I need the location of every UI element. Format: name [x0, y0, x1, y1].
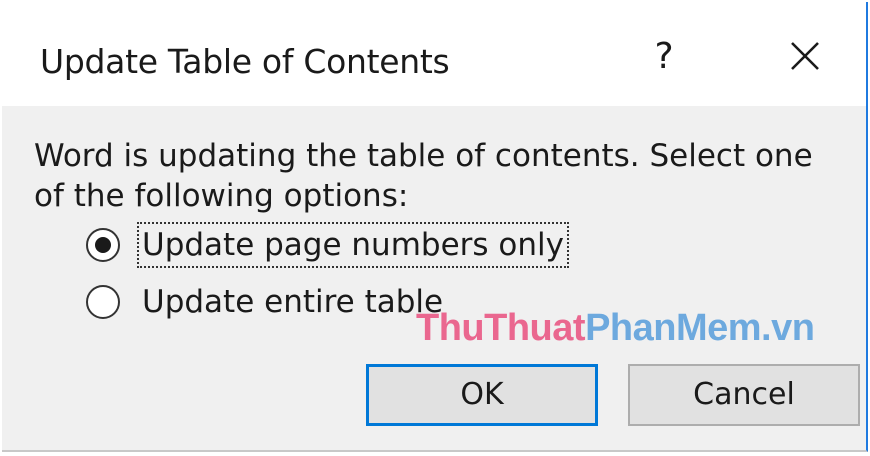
help-button[interactable]: ? — [642, 32, 686, 82]
cancel-button[interactable]: Cancel — [628, 364, 860, 426]
ok-button[interactable]: OK — [366, 364, 598, 426]
radio-button-unselected[interactable] — [86, 285, 120, 319]
watermark-part2: PhanMem.vn — [585, 307, 815, 349]
dialog-title: Update Table of Contents — [40, 42, 450, 81]
option-label-entire-table[interactable]: Update entire table — [140, 282, 445, 322]
title-bar: Update Table of Contents ? — [2, 2, 866, 106]
radio-button-selected[interactable] — [86, 228, 120, 262]
watermark-part1: ThuThuat — [416, 307, 586, 349]
radio-selected-dot — [95, 237, 111, 253]
dialog-message: Word is updating the table of contents. … — [34, 138, 813, 214]
update-toc-dialog: Update Table of Contents ? Word is updat… — [2, 2, 868, 452]
close-icon — [791, 42, 819, 70]
close-button[interactable] — [770, 32, 840, 82]
option-label-page-numbers[interactable]: Update page numbers only — [137, 222, 569, 268]
watermark: ThuThuatPhanMem.vn — [416, 307, 815, 350]
